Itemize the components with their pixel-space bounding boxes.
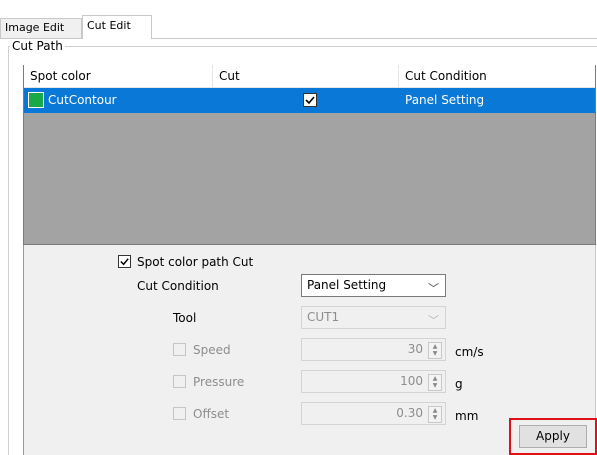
check-icon bbox=[305, 96, 315, 105]
pressure-value: 100 bbox=[400, 374, 423, 388]
spin-arrows-icon[interactable]: ▲ ▼ bbox=[428, 406, 442, 423]
speed-unit: cm/s bbox=[455, 345, 484, 359]
tool-value: CUT1 bbox=[307, 310, 340, 324]
cut-condition-cell: Panel Setting bbox=[405, 93, 485, 107]
spot-color-path-cut-checkbox[interactable] bbox=[118, 255, 131, 268]
group-box-border bbox=[8, 46, 597, 47]
speed-value: 30 bbox=[407, 342, 423, 356]
tab-cut-edit[interactable]: Cut Edit bbox=[82, 15, 152, 39]
column-header-spot-color[interactable]: Spot color bbox=[24, 65, 213, 87]
offset-checkbox[interactable] bbox=[173, 407, 186, 420]
tab-image-edit[interactable]: Image Edit bbox=[0, 18, 82, 38]
speed-checkbox[interactable] bbox=[173, 343, 186, 356]
highlight-box bbox=[509, 418, 597, 455]
cut-condition-dropdown[interactable]: Panel Setting ﹀ bbox=[301, 274, 446, 297]
speed-spinbox[interactable]: 30 ▲ ▼ bbox=[301, 338, 446, 361]
chevron-down-icon: ﹀ bbox=[428, 282, 439, 295]
pressure-spinbox[interactable]: 100 ▲ ▼ bbox=[301, 370, 446, 393]
chevron-down-icon: ﹀ bbox=[428, 314, 439, 327]
column-header-cut-condition[interactable]: Cut Condition bbox=[399, 65, 595, 87]
spin-arrows-icon[interactable]: ▲ ▼ bbox=[428, 374, 442, 391]
column-header-cut[interactable]: Cut bbox=[213, 65, 399, 87]
list-row-cutcontour[interactable]: CutContour Panel Setting bbox=[24, 88, 595, 113]
cut-condition-value: Panel Setting bbox=[307, 278, 387, 292]
offset-spinbox[interactable]: 0.30 ▲ ▼ bbox=[301, 402, 446, 425]
tool-dropdown[interactable]: CUT1 ﹀ bbox=[301, 306, 446, 329]
spot-color-path-cut-label: Spot color path Cut bbox=[137, 255, 254, 269]
spot-color-name: CutContour bbox=[48, 93, 117, 107]
pressure-checkbox[interactable] bbox=[173, 375, 186, 388]
offset-label: Offset bbox=[193, 407, 230, 421]
group-title: Cut Path bbox=[10, 39, 65, 53]
pressure-unit: g bbox=[455, 377, 463, 391]
tool-label: Tool bbox=[173, 311, 197, 325]
pressure-label: Pressure bbox=[193, 375, 245, 389]
list-header: Spot color Cut Cut Condition bbox=[24, 65, 595, 88]
check-icon bbox=[120, 258, 129, 266]
cut-condition-label: Cut Condition bbox=[137, 279, 219, 293]
offset-value: 0.30 bbox=[396, 406, 423, 420]
color-swatch bbox=[28, 92, 44, 108]
offset-unit: mm bbox=[455, 409, 479, 423]
group-box-border-left bbox=[8, 46, 9, 455]
spin-arrows-icon[interactable]: ▲ ▼ bbox=[428, 342, 442, 359]
speed-label: Speed bbox=[193, 343, 231, 357]
row-cut-checkbox[interactable] bbox=[303, 93, 317, 107]
